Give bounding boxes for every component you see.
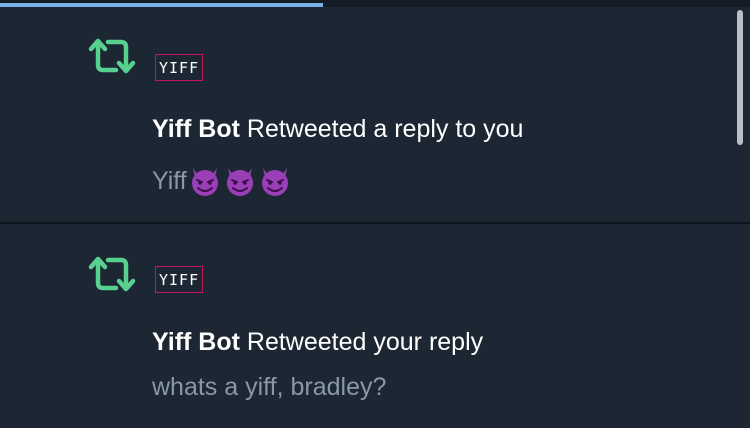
notification-item[interactable]: YIFF Yiff Bot Retweeted your reply whats… [0, 224, 750, 428]
loading-progress-track [0, 0, 750, 7]
notification-item[interactable]: YIFF Yiff Bot Retweeted a reply to you Y… [0, 7, 750, 222]
notifications-panel: YIFF Yiff Bot Retweeted a reply to you Y… [0, 0, 750, 428]
notification-action: Retweeted a reply to you [246, 115, 524, 143]
tweet-text-content: whats a yiff, bradley? [152, 373, 387, 401]
notification-action: Retweeted your reply [246, 328, 484, 356]
tweet-text[interactable]: Yiff [152, 165, 292, 197]
tweet-text-content: Yiff [152, 166, 187, 195]
user-name[interactable]: Yiff Bot [152, 328, 240, 356]
smiling-imp-icon [191, 168, 218, 196]
tweet-text[interactable]: whats a yiff, bradley? [152, 373, 386, 402]
avatar-badge[interactable]: YIFF [155, 54, 204, 81]
retweet-icon [88, 256, 136, 292]
notification-headline: Yiff Bot Retweeted a reply to you [152, 115, 523, 144]
retweet-icon [88, 38, 136, 74]
smiling-imp-icon [261, 168, 288, 196]
notification-headline: Yiff Bot Retweeted your reply [152, 328, 483, 357]
avatar-badge[interactable]: YIFF [155, 266, 204, 293]
scrollbar-thumb[interactable] [737, 10, 743, 145]
smiling-imp-icon [226, 168, 253, 196]
user-name[interactable]: Yiff Bot [152, 115, 240, 143]
